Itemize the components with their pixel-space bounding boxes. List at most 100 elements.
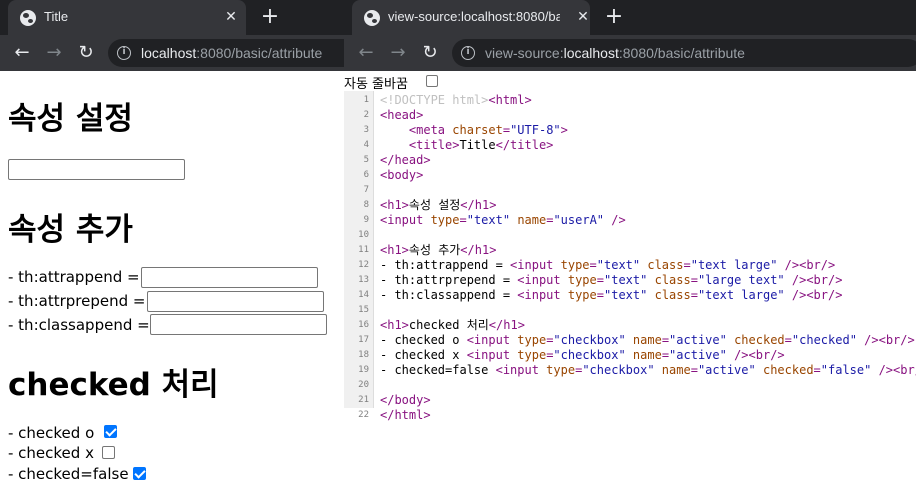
source-token bbox=[655, 363, 662, 377]
source-token: - th:attrappend = bbox=[380, 258, 511, 272]
source-line: - th:classappend = <input type="text" cl… bbox=[380, 288, 842, 303]
line-number: 20 bbox=[358, 380, 369, 390]
source-token: <input bbox=[517, 273, 568, 287]
source-line: <title>Title</title> bbox=[380, 138, 554, 153]
attrprepend-text-input[interactable] bbox=[147, 291, 324, 312]
source-token: <h1> bbox=[380, 243, 409, 257]
source-token: "checked" bbox=[791, 333, 857, 347]
source-token: charset bbox=[452, 123, 503, 137]
source-token: "checkbox" bbox=[553, 333, 626, 347]
address-bar[interactable]: i view-source:localhost:8080/basic/attri… bbox=[452, 39, 916, 67]
source-line: <meta charset="UTF-8"> bbox=[380, 123, 568, 138]
back-button[interactable]: ← bbox=[10, 41, 34, 65]
source-token: <input bbox=[466, 348, 518, 362]
source-token: /><br/> bbox=[784, 288, 843, 302]
source-token: = bbox=[661, 333, 670, 347]
attrappend-text-input[interactable] bbox=[141, 267, 318, 288]
source-token bbox=[647, 288, 654, 302]
checked-o-checkbox[interactable] bbox=[104, 425, 117, 438]
tab-strip: view-source:localhost:8080/basic ✕ + bbox=[344, 0, 916, 35]
line-number: 1 bbox=[363, 95, 369, 105]
line-number: 12 bbox=[358, 260, 369, 270]
tab-title-page[interactable]: Title ✕ bbox=[8, 0, 246, 35]
close-tab-icon[interactable]: ✕ bbox=[574, 8, 592, 26]
line-number: 8 bbox=[363, 200, 369, 210]
line-number: 5 bbox=[363, 155, 369, 165]
source-token: <input bbox=[380, 213, 431, 227]
forward-button[interactable]: → bbox=[42, 41, 66, 65]
checked-false-label: - checked=false bbox=[8, 465, 129, 483]
line-wrap-bar: 자동 줄바꿈 bbox=[344, 71, 916, 92]
source-token: 속성 설정 bbox=[408, 198, 461, 212]
reload-button[interactable]: ↻ bbox=[74, 41, 98, 65]
line-number: 16 bbox=[358, 320, 369, 330]
line-number: 11 bbox=[358, 245, 369, 255]
source-token: class bbox=[654, 273, 691, 287]
source-line: - checked o <input type="checkbox" name=… bbox=[380, 333, 915, 348]
info-icon[interactable]: i bbox=[117, 46, 131, 60]
source-token: "active" bbox=[669, 333, 727, 347]
line-number: 18 bbox=[358, 350, 369, 360]
source-token: checked bbox=[762, 363, 814, 377]
source-token: - checked=false bbox=[380, 363, 496, 377]
source-token: "text" bbox=[466, 213, 511, 227]
source-token: type bbox=[560, 258, 590, 272]
source-line: </body> bbox=[380, 393, 431, 408]
line-wrap-checkbox[interactable] bbox=[426, 75, 438, 87]
source-token: </h1> bbox=[460, 198, 497, 212]
close-tab-icon[interactable]: ✕ bbox=[222, 8, 240, 26]
line-wrap-label: 자동 줄바꿈 bbox=[344, 77, 408, 92]
source-line: <!DOCTYPE html><html> bbox=[380, 93, 532, 108]
source-token: "userA" bbox=[553, 213, 605, 227]
new-tab-button[interactable]: + bbox=[258, 6, 282, 30]
reload-button[interactable]: ↻ bbox=[418, 41, 442, 65]
source-token: - checked x bbox=[380, 348, 467, 362]
classappend-text-input[interactable] bbox=[150, 314, 327, 335]
checked-x-checkbox[interactable] bbox=[102, 446, 115, 459]
new-tab-button[interactable]: + bbox=[602, 6, 626, 30]
source-token: "false" bbox=[820, 363, 872, 377]
source-token: <input bbox=[495, 363, 547, 377]
source-token: - checked o bbox=[380, 333, 467, 347]
source-token: type bbox=[517, 333, 547, 347]
source-line: </head> bbox=[380, 153, 431, 168]
source-token: <head> bbox=[380, 108, 424, 122]
page-content: 속성 설정 속성 추가 - th:attrappend = - th:attrp… bbox=[0, 71, 344, 486]
source-token: = bbox=[596, 288, 604, 302]
line-number: 10 bbox=[358, 230, 369, 240]
source-token: "checkbox" bbox=[553, 348, 626, 362]
line-number: 21 bbox=[358, 395, 369, 405]
source-token: = bbox=[690, 273, 698, 287]
source-token: <body> bbox=[380, 168, 424, 182]
address-bar[interactable]: i localhost:8080/basic/attribute bbox=[108, 39, 344, 67]
line-number: 14 bbox=[358, 290, 369, 300]
line-number: 3 bbox=[363, 125, 369, 135]
source-token: name bbox=[632, 333, 662, 347]
source-token: </h1> bbox=[460, 243, 497, 257]
forward-button[interactable]: → bbox=[386, 41, 410, 65]
source-token bbox=[626, 333, 633, 347]
browser-window-page: Title ✕ + ← → ↻ i localhost:8080/basic/a… bbox=[0, 0, 344, 486]
tab-view-source[interactable]: view-source:localhost:8080/basic ✕ bbox=[352, 0, 590, 35]
source-token: <html> bbox=[488, 93, 532, 107]
source-token: = bbox=[596, 273, 604, 287]
source-token: </head> bbox=[380, 153, 431, 167]
line-number: 19 bbox=[358, 365, 369, 375]
info-icon[interactable]: i bbox=[461, 46, 475, 60]
checked-false-checkbox[interactable] bbox=[133, 467, 146, 480]
classappend-label: - th:classappend = bbox=[8, 316, 150, 334]
source-token: </title> bbox=[495, 138, 554, 152]
back-button[interactable]: ← bbox=[354, 41, 378, 65]
line-number: 7 bbox=[363, 185, 369, 195]
source-token: checked bbox=[734, 333, 785, 347]
line-number: 15 bbox=[358, 305, 369, 315]
tab-strip: Title ✕ + bbox=[0, 0, 344, 35]
source-token: <input bbox=[517, 288, 568, 302]
browser-window-view-source: view-source:localhost:8080/basic ✕ + ← →… bbox=[344, 0, 916, 486]
line-number-gutter: 1 2 3 4 5 6 7 8 9 10 11 12 13 14 15 16 17 18 19 20 21 22 bbox=[344, 91, 374, 420]
line-number: 13 bbox=[358, 275, 369, 285]
source-token: = bbox=[589, 258, 597, 272]
source-token: <input bbox=[510, 258, 561, 272]
userA-text-input[interactable] bbox=[8, 159, 185, 180]
source-token: name bbox=[517, 213, 547, 227]
